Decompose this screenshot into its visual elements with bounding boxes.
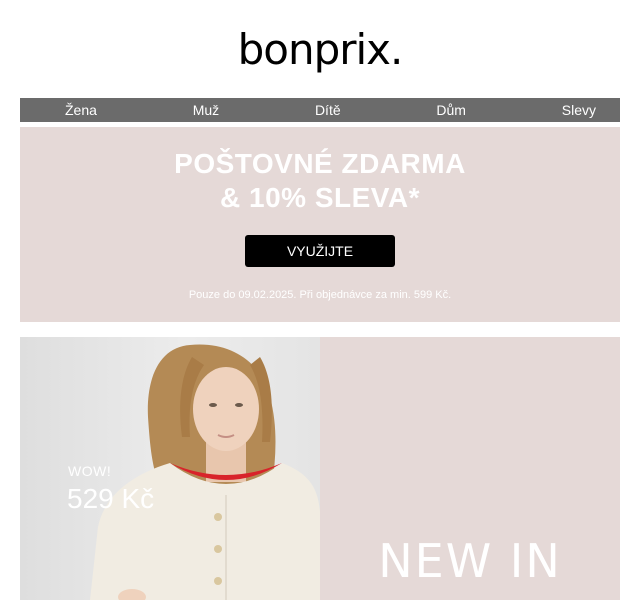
promo-banner[interactable]: POŠTOVNÉ ZDARMA & 10% SLEVA* VYUŽIJTE Po… xyxy=(20,127,620,322)
use-offer-button[interactable]: VYUŽIJTE xyxy=(245,235,395,267)
wow-tag: WOW! xyxy=(68,463,112,479)
model-photo[interactable]: WOW! 529 Kč xyxy=(20,337,320,600)
bonprix-logo[interactable]: bonprix. xyxy=(0,22,640,78)
nav-item-slevy[interactable]: Slevy xyxy=(562,98,596,122)
nav-item-zena[interactable]: Žena xyxy=(65,98,97,122)
nav-item-dite[interactable]: Dítě xyxy=(315,98,341,122)
promo-title: POŠTOVNÉ ZDARMA & 10% SLEVA* xyxy=(20,147,620,215)
email-page: bonprix. Žena Muž Dítě Dům Slevy POŠTOVN… xyxy=(0,0,640,600)
nav-item-dum[interactable]: Dům xyxy=(436,98,466,122)
main-nav: Žena Muž Dítě Dům Slevy xyxy=(20,98,620,122)
promo-title-line2: & 10% SLEVA* xyxy=(220,182,420,213)
promo-title-line1: POŠTOVNÉ ZDARMA xyxy=(174,148,466,179)
new-in-headline: NEW IN xyxy=(378,534,562,588)
nav-item-muz[interactable]: Muž xyxy=(193,98,219,122)
promo-terms-note: Pouze do 09.02.2025. Při objednávce za m… xyxy=(188,289,452,301)
model-illustration xyxy=(90,344,320,600)
new-in-hero-banner[interactable]: WOW! 529 Kč NEW IN xyxy=(20,337,620,600)
new-in-panel[interactable]: NEW IN xyxy=(320,337,620,600)
price-label: 529 Kč xyxy=(67,483,155,514)
